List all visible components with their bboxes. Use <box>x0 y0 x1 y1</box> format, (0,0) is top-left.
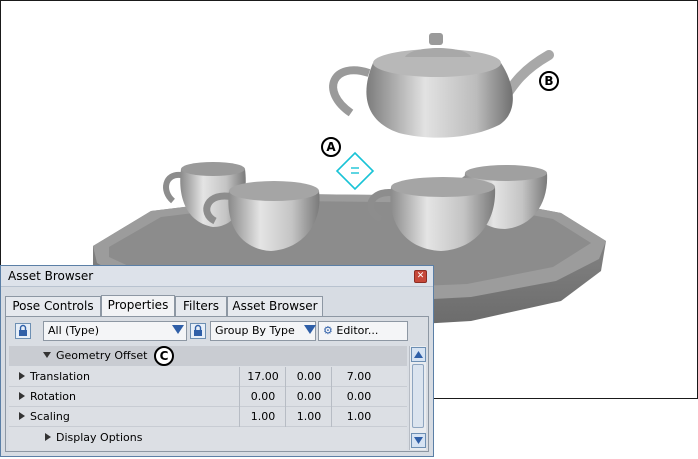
type-filter-dropdown[interactable]: All (Type) <box>43 321 187 341</box>
value-z[interactable]: 1.00 <box>331 407 386 427</box>
scroll-down-button[interactable] <box>411 433 426 448</box>
table-row[interactable]: Translation 17.00 0.00 7.00 <box>9 367 407 387</box>
lock-icon[interactable] <box>15 323 31 339</box>
tab-filters[interactable]: Filters <box>175 296 227 316</box>
row-label: Translation <box>19 367 90 387</box>
row-label: Scaling <box>19 407 70 427</box>
window-title: Asset Browser <box>8 269 94 283</box>
group-by-dropdown[interactable]: Group By Type <box>210 321 316 341</box>
type-filter-value: All (Type) <box>48 324 99 337</box>
chevron-down-icon[interactable] <box>304 325 316 334</box>
expand-right-icon <box>19 412 25 420</box>
arrow-down-icon <box>414 437 423 444</box>
value-x[interactable]: 17.00 <box>239 367 286 387</box>
group-row-display-options[interactable]: Display Options <box>9 428 407 448</box>
property-grid: Geometry Offset Translation 17.00 0.00 7… <box>9 346 407 450</box>
editor-button[interactable]: ⚙ Editor... <box>318 321 408 341</box>
callout-b: B <box>539 71 559 91</box>
table-row[interactable]: Scaling 1.00 1.00 1.00 <box>9 407 407 427</box>
expand-down-icon <box>43 352 51 358</box>
callout-c: C <box>154 346 174 366</box>
row-label: Display Options <box>45 428 143 448</box>
table-row[interactable]: Rotation 0.00 0.00 0.00 <box>9 387 407 407</box>
group-by-value: Group By Type <box>215 324 295 337</box>
expand-right-icon <box>19 392 25 400</box>
value-y[interactable]: 0.00 <box>285 367 332 387</box>
editor-label: Editor... <box>336 324 379 337</box>
group-row-label: Geometry Offset <box>43 346 147 366</box>
properties-toolbar: All (Type) Group By Type ⚙ Editor... <box>6 321 426 343</box>
asset-browser-window: Asset Browser ✕ Pose Controls Properties… <box>0 265 434 457</box>
lock-icon[interactable] <box>190 323 206 339</box>
row-label: Rotation <box>19 387 76 407</box>
chevron-down-icon[interactable] <box>172 325 184 334</box>
close-icon[interactable]: ✕ <box>414 270 427 283</box>
expand-right-icon <box>19 372 25 380</box>
teapot <box>329 33 554 138</box>
expand-right-icon <box>45 433 51 441</box>
window-titlebar[interactable]: Asset Browser ✕ <box>1 266 433 287</box>
tab-properties[interactable]: Properties <box>101 295 175 316</box>
group-row-geometry-offset[interactable]: Geometry Offset <box>9 346 407 366</box>
manipulator-handle[interactable] <box>335 151 375 191</box>
value-z[interactable]: 7.00 <box>331 367 386 387</box>
scroll-up-button[interactable] <box>411 347 426 362</box>
value-y[interactable]: 0.00 <box>285 387 332 407</box>
value-y[interactable]: 1.00 <box>285 407 332 427</box>
tab-asset-browser[interactable]: Asset Browser <box>227 296 323 316</box>
scroll-thumb[interactable] <box>412 364 424 428</box>
gear-icon: ⚙ <box>323 324 333 337</box>
arrow-up-icon <box>414 351 423 358</box>
tab-pose-controls[interactable]: Pose Controls <box>5 296 101 316</box>
vertical-scrollbar[interactable] <box>409 346 426 450</box>
value-x[interactable]: 1.00 <box>239 407 286 427</box>
callout-a: A <box>321 137 341 157</box>
value-z[interactable]: 0.00 <box>331 387 386 407</box>
value-x[interactable]: 0.00 <box>239 387 286 407</box>
